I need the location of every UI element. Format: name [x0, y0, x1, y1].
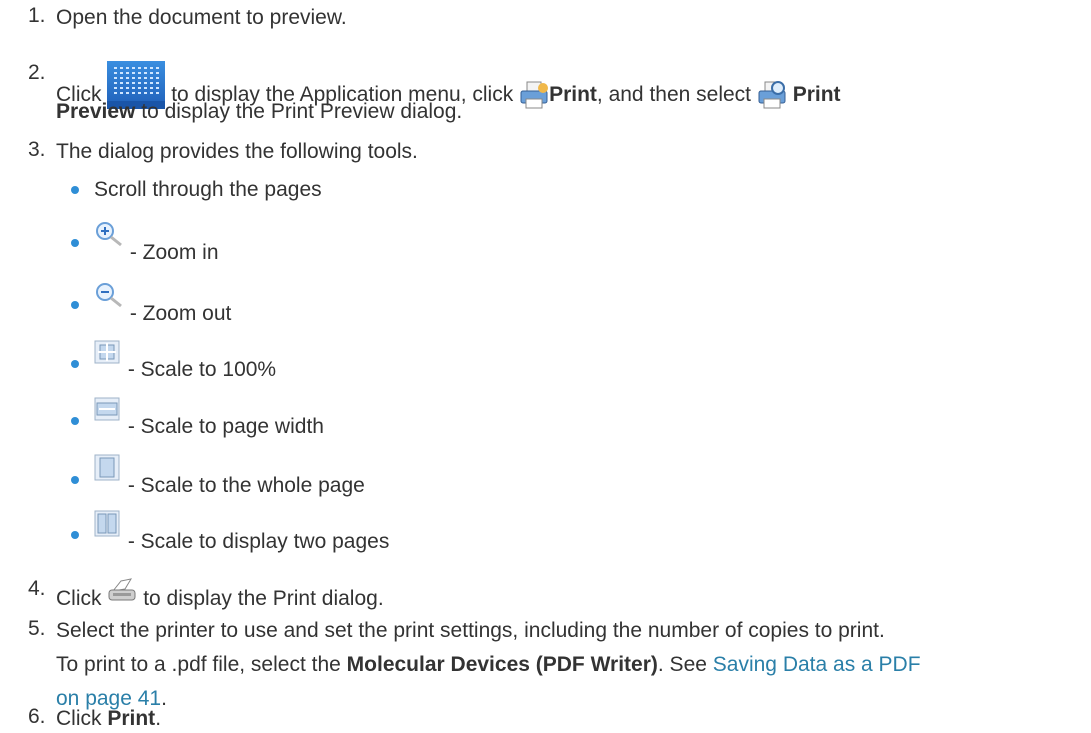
print-preview-label-b: Preview: [56, 100, 136, 123]
step-5-line-1: Select the printer to use and set the pr…: [56, 619, 885, 642]
bullet: [71, 301, 79, 309]
step-6-click-text: Click: [56, 707, 102, 730]
zoom-out-icon: [94, 282, 124, 308]
scale-page-width-icon: [94, 397, 122, 423]
bullet: [71, 239, 79, 247]
saving-data-pdf-link[interactable]: Saving Data as a PDF: [713, 653, 921, 676]
tool-scale-whole-page-text: - Scale to the whole page: [127, 474, 365, 497]
step-2-line-2: Preview to display the Print Preview dia…: [56, 98, 462, 126]
step-5-number: 5.: [28, 617, 46, 640]
tool-scale-100: - Scale to 100%: [94, 340, 276, 384]
scale-two-pages-icon: [94, 510, 122, 538]
print-icon: [519, 80, 549, 110]
step-6-period: .: [155, 707, 162, 730]
step-4-click-text: Click: [56, 587, 102, 610]
bullet: [71, 476, 79, 484]
step-6-line: Click Print.: [56, 705, 161, 733]
print-button-label: Print: [107, 707, 156, 730]
step-4-number: 4.: [28, 577, 46, 600]
tool-scroll-text: Scroll through the pages: [94, 178, 322, 201]
step-2-then-text: , and then select: [596, 83, 752, 106]
document: 1. Open the document to preview. 2. Clic…: [0, 0, 1091, 730]
printer-icon: [107, 577, 137, 603]
step-1-number: 1.: [28, 4, 46, 27]
bullet: [71, 186, 79, 194]
step-6-number: 6.: [28, 705, 46, 728]
step-4-line: Click to display the Print dialog.: [56, 577, 384, 613]
step-2-number: 2.: [28, 61, 46, 84]
tool-scale-two-pages: - Scale to display two pages: [94, 510, 389, 556]
step-3-text: The dialog provides the following tools.: [56, 140, 418, 163]
step-5-line-2: To print to a .pdf file, select the Mole…: [56, 651, 921, 679]
step-2-end-text: to display the Print Preview dialog.: [141, 100, 463, 123]
print-label: Print: [549, 83, 597, 106]
tool-scale-two-pages-text: - Scale to display two pages: [127, 530, 390, 553]
zoom-in-icon: [94, 221, 124, 247]
step-4-text: to display the Print dialog.: [143, 587, 384, 610]
bullet: [71, 531, 79, 539]
step-5-see-text: . See: [657, 653, 707, 676]
scale-whole-page-icon: [94, 454, 122, 482]
step-5-period: .: [161, 687, 167, 710]
step-5-pdf-text: To print to a .pdf file, select the: [56, 653, 341, 676]
bullet: [71, 417, 79, 425]
tool-scale-100-text: - Scale to 100%: [127, 358, 277, 381]
tool-scale-page-width-text: - Scale to page width: [127, 415, 324, 438]
tool-scale-page-width: - Scale to page width: [94, 397, 324, 441]
tool-zoom-out-text: - Zoom out: [129, 302, 232, 325]
tool-scale-whole-page: - Scale to the whole page: [94, 454, 365, 500]
bullet: [71, 360, 79, 368]
pdf-writer-label: Molecular Devices (PDF Writer): [346, 653, 658, 676]
tool-zoom-out: - Zoom out: [94, 282, 231, 328]
tool-zoom-in-text: - Zoom in: [129, 241, 219, 264]
print-preview-label-a: Print: [792, 83, 841, 106]
step-3-number: 3.: [28, 138, 46, 161]
print-preview-icon: [757, 80, 787, 110]
step-1-text: Open the document to preview.: [56, 6, 347, 29]
tool-zoom-in: - Zoom in: [94, 221, 219, 267]
scale-100-icon: [94, 340, 122, 366]
